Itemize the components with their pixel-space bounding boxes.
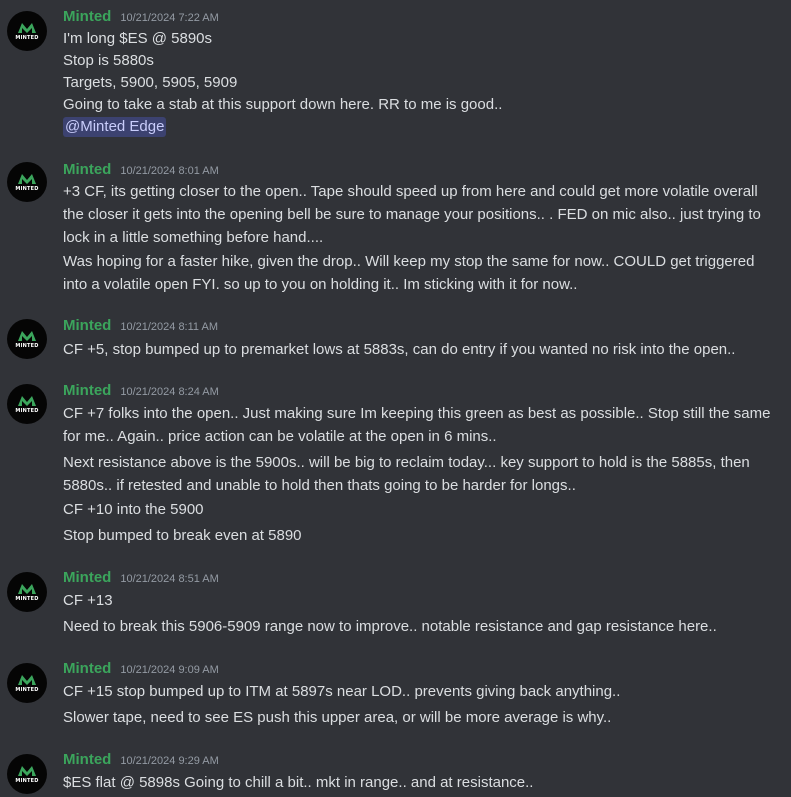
minted-logo-icon <box>18 583 36 594</box>
minted-logo-icon <box>18 173 36 184</box>
author-name[interactable]: Minted <box>63 161 111 178</box>
timestamp: 10/21/2024 8:51 AM <box>120 573 219 585</box>
message-line: Stop bumped to break even at 5890 <box>63 527 302 544</box>
message-header: Minted 10/21/2024 8:24 AM <box>63 382 219 402</box>
avatar[interactable]: MINTED <box>7 754 47 794</box>
message-line: lock in a little something before hand..… <box>63 229 324 246</box>
avatar[interactable]: MINTED <box>7 572 47 612</box>
timestamp: 10/21/2024 8:11 AM <box>120 321 218 333</box>
message-line: Stop is 5880s <box>63 52 154 69</box>
timestamp: 10/21/2024 9:29 AM <box>120 755 219 767</box>
message-line: Targets, 5900, 5905, 5909 <box>63 74 238 91</box>
message-line: Need to break this 5906-5909 range now t… <box>63 618 717 635</box>
message-line: CF +13 <box>63 592 113 609</box>
mention-line: @Minted Edge <box>63 115 777 138</box>
message-line: for me.. Again.. price action can be vol… <box>63 428 497 445</box>
avatar-logo-text: MINTED <box>15 342 39 349</box>
message-line: Going to take a stab at this support dow… <box>63 96 503 113</box>
message-line: Slower tape, need to see ES push this up… <box>63 709 612 726</box>
message-header: Minted 10/21/2024 9:29 AM <box>63 751 219 771</box>
author-name[interactable]: Minted <box>63 660 111 677</box>
message-header: Minted 10/21/2024 9:09 AM <box>63 660 219 680</box>
message-line: CF +5, stop bumped up to premarket lows … <box>63 341 736 358</box>
author-name[interactable]: Minted <box>63 569 111 586</box>
message-line: $ES flat @ 5898s Going to chill a bit.. … <box>63 774 534 791</box>
avatar[interactable]: MINTED <box>7 384 47 424</box>
author-name[interactable]: Minted <box>63 317 111 334</box>
avatar[interactable]: MINTED <box>7 162 47 202</box>
author-name[interactable]: Minted <box>63 382 111 399</box>
message-line: Was hoping for a faster hike, given the … <box>63 253 755 270</box>
role-mention[interactable]: @Minted Edge <box>63 117 167 137</box>
avatar-logo-text: MINTED <box>15 407 39 414</box>
avatar-logo-text: MINTED <box>15 34 39 41</box>
avatar-logo-text: MINTED <box>15 185 39 192</box>
avatar-logo-text: MINTED <box>15 777 39 784</box>
timestamp: 10/21/2024 8:01 AM <box>120 165 219 177</box>
message-feed: MINTED Minted 10/21/2024 7:22 AM I'm long… <box>0 0 791 797</box>
message-line: +3 CF, its getting closer to the open.. … <box>63 183 758 200</box>
avatar[interactable]: MINTED <box>7 11 47 51</box>
message-header: Minted 10/21/2024 8:51 AM <box>63 569 219 589</box>
message-line: I'm long $ES @ 5890s <box>63 30 213 47</box>
message-line: Next resistance above is the 5900s.. wil… <box>63 454 750 471</box>
message-header: Minted 10/21/2024 7:22 AM <box>63 8 219 28</box>
avatar[interactable]: MINTED <box>7 319 47 359</box>
minted-logo-icon <box>18 765 36 776</box>
message-line: CF +15 stop bumped up to ITM at 5897s ne… <box>63 683 621 700</box>
message-line: CF +10 into the 5900 <box>63 501 204 518</box>
message-line: 5880s.. if retested and unable to hold t… <box>63 477 576 494</box>
timestamp: 10/21/2024 8:24 AM <box>120 386 219 398</box>
avatar[interactable]: MINTED <box>7 663 47 703</box>
timestamp: 10/21/2024 9:09 AM <box>120 664 219 676</box>
author-name[interactable]: Minted <box>63 751 111 768</box>
avatar-logo-text: MINTED <box>15 686 39 693</box>
author-name[interactable]: Minted <box>63 8 111 25</box>
minted-logo-icon <box>18 674 36 685</box>
minted-logo-icon <box>18 22 36 33</box>
message-header: Minted 10/21/2024 8:11 AM <box>63 317 218 337</box>
message-line: the closer it gets into the opening bell… <box>63 206 761 223</box>
message-line: CF +7 folks into the open.. Just making … <box>63 405 771 422</box>
message-header: Minted 10/21/2024 8:01 AM <box>63 161 219 181</box>
minted-logo-icon <box>18 395 36 406</box>
timestamp: 10/21/2024 7:22 AM <box>120 12 219 24</box>
avatar-logo-text: MINTED <box>15 595 39 602</box>
minted-logo-icon <box>18 330 36 341</box>
message-line: into a volatile open FYI. so up to you o… <box>63 276 578 293</box>
